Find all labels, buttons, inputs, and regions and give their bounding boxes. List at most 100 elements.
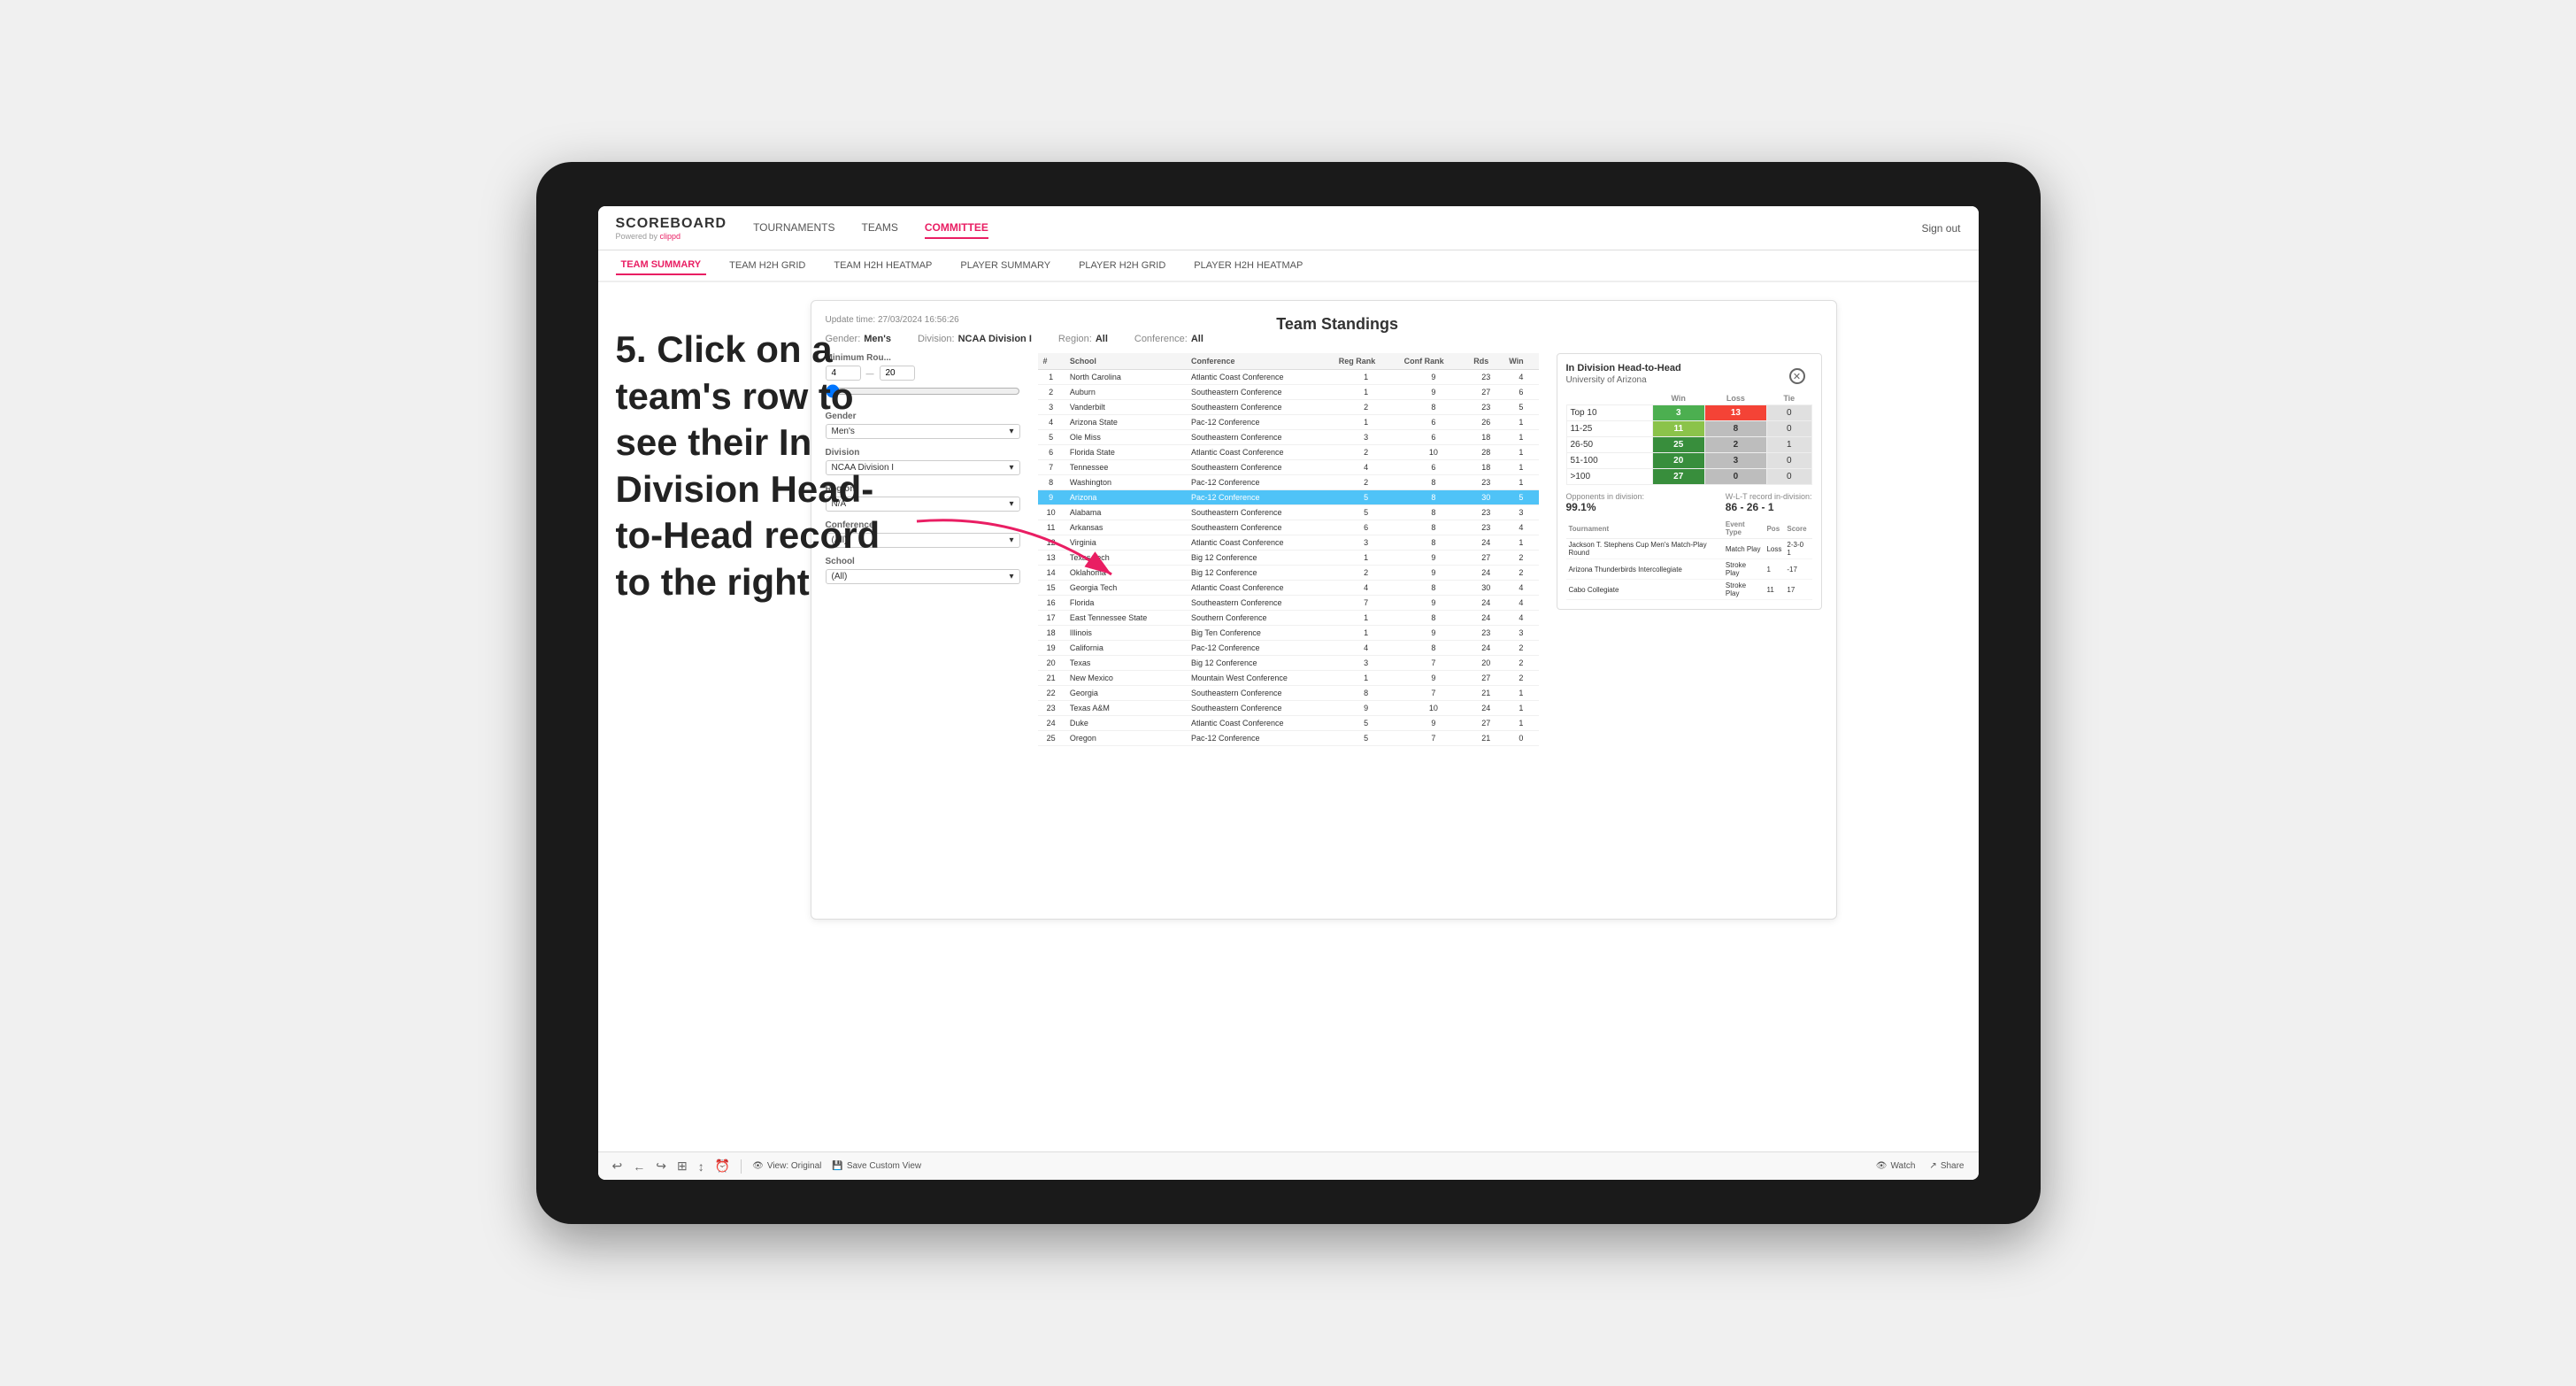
cell-num: 25: [1038, 731, 1065, 746]
grid-icon[interactable]: ⊞: [677, 1159, 688, 1174]
table-row[interactable]: 1 North Carolina Atlantic Coast Conferen…: [1038, 370, 1539, 385]
cell-num: 2: [1038, 385, 1065, 400]
opponents-label: Opponents in division:: [1566, 492, 1645, 501]
table-row[interactable]: 7 Tennessee Southeastern Conference 4 6 …: [1038, 460, 1539, 475]
cell-win: 4: [1503, 520, 1538, 535]
filters-row: Gender: Men's Division: NCAA Division I …: [826, 334, 1822, 344]
cell-win: 2: [1503, 656, 1538, 671]
h2h-tie: 0: [1767, 421, 1811, 437]
h2h-col-tie: Tie: [1767, 392, 1811, 405]
toolbar-divider-1: [741, 1159, 742, 1174]
h2h-win: 20: [1652, 453, 1704, 469]
wlt-label: W-L-T record in-division:: [1726, 492, 1812, 501]
nav-teams[interactable]: TEAMS: [862, 218, 898, 239]
watch-button[interactable]: 👁 Watch: [1876, 1161, 1916, 1171]
tourn-col-pos: Pos: [1764, 519, 1784, 539]
cell-reg-rank: 3: [1334, 535, 1399, 551]
undo-icon[interactable]: ↩: [612, 1159, 623, 1174]
cell-conf-rank: 6: [1399, 430, 1469, 445]
redo-icon[interactable]: ↪: [656, 1159, 666, 1174]
cell-reg-rank: 4: [1334, 641, 1399, 656]
view-icon: 👁: [752, 1161, 764, 1171]
table-row[interactable]: 24 Duke Atlantic Coast Conference 5 9 27…: [1038, 716, 1539, 731]
tablet-screen: SCOREBOARD Powered by clippd TOURNAMENTS…: [598, 206, 1979, 1180]
cell-conf-rank: 8: [1399, 520, 1469, 535]
division-label: Division:: [918, 334, 955, 344]
h2h-row: >100 27 0 0: [1566, 469, 1811, 485]
expand-icon[interactable]: ↕: [698, 1159, 704, 1174]
tourn-pos: 1: [1764, 559, 1784, 580]
table-row[interactable]: 19 California Pac-12 Conference 4 8 24 2: [1038, 641, 1539, 656]
subnav-team-h2h-heatmap[interactable]: TEAM H2H HEATMAP: [828, 257, 937, 274]
subnav-team-summary[interactable]: TEAM SUMMARY: [616, 256, 707, 275]
h2h-close-button[interactable]: ✕: [1789, 368, 1805, 384]
update-time-label: Update time: 27/03/2024 16:56:26: [826, 315, 959, 325]
cell-conference: Atlantic Coast Conference: [1186, 445, 1334, 460]
table-row[interactable]: 8 Washington Pac-12 Conference 2 8 23 1: [1038, 475, 1539, 490]
view-original-button[interactable]: 👁 View: Original: [752, 1161, 821, 1171]
table-row[interactable]: 6 Florida State Atlantic Coast Conferenc…: [1038, 445, 1539, 460]
table-row[interactable]: 4 Arizona State Pac-12 Conference 1 6 26…: [1038, 415, 1539, 430]
table-row[interactable]: 20 Texas Big 12 Conference 3 7 20 2: [1038, 656, 1539, 671]
cell-school: Florida State: [1065, 445, 1186, 460]
cell-school: Arizona: [1065, 490, 1186, 505]
arrow-pointer: [899, 504, 1147, 610]
table-row[interactable]: 21 New Mexico Mountain West Conference 1…: [1038, 671, 1539, 686]
cell-school: Texas A&M: [1065, 701, 1186, 716]
table-row[interactable]: 2 Auburn Southeastern Conference 1 9 27 …: [1038, 385, 1539, 400]
cell-win: 3: [1503, 505, 1538, 520]
cell-win: 2: [1503, 671, 1538, 686]
table-row[interactable]: 23 Texas A&M Southeastern Conference 9 1…: [1038, 701, 1539, 716]
cell-reg-rank: 2: [1334, 566, 1399, 581]
cell-conference: Pac-12 Conference: [1186, 475, 1334, 490]
table-row[interactable]: 9 Arizona Pac-12 Conference 5 8 30 5: [1038, 490, 1539, 505]
cell-win: 1: [1503, 415, 1538, 430]
cell-win: 4: [1503, 596, 1538, 611]
cell-conference: Mountain West Conference: [1186, 671, 1334, 686]
cell-num: 17: [1038, 611, 1065, 626]
cell-win: 2: [1503, 641, 1538, 656]
cell-reg-rank: 2: [1334, 400, 1399, 415]
cell-num: 6: [1038, 445, 1065, 460]
bottom-toolbar: ↩ ← ↪ ⊞ ↕ ⏰ 👁 View: Original 💾 Save Cust…: [598, 1151, 1979, 1180]
table-row[interactable]: 5 Ole Miss Southeastern Conference 3 6 1…: [1038, 430, 1539, 445]
nav-committee[interactable]: COMMITTEE: [925, 218, 988, 239]
subnav-player-h2h-grid[interactable]: PLAYER H2H GRID: [1073, 257, 1171, 274]
table-row[interactable]: 18 Illinois Big Ten Conference 1 9 23 3: [1038, 626, 1539, 641]
cell-num: 24: [1038, 716, 1065, 731]
cell-conf-rank: 8: [1399, 581, 1469, 596]
table-row[interactable]: 22 Georgia Southeastern Conference 8 7 2…: [1038, 686, 1539, 701]
cell-conference: Southeastern Conference: [1186, 430, 1334, 445]
table-row[interactable]: 17 East Tennessee State Southern Confere…: [1038, 611, 1539, 626]
subnav-player-h2h-heatmap[interactable]: PLAYER H2H HEATMAP: [1188, 257, 1308, 274]
cell-win: 6: [1503, 385, 1538, 400]
cell-rds: 24: [1468, 641, 1503, 656]
cell-school: North Carolina: [1065, 370, 1186, 385]
clock-icon[interactable]: ⏰: [715, 1159, 730, 1174]
share-button[interactable]: ↗ Share: [1929, 1161, 1964, 1171]
h2h-row: 26-50 25 2 1: [1566, 437, 1811, 453]
subnav-player-summary[interactable]: PLAYER SUMMARY: [955, 257, 1056, 274]
cell-conf-rank: 6: [1399, 415, 1469, 430]
nav-tournaments[interactable]: TOURNAMENTS: [753, 218, 834, 239]
table-row[interactable]: 25 Oregon Pac-12 Conference 5 7 21 0: [1038, 731, 1539, 746]
cell-reg-rank: 3: [1334, 430, 1399, 445]
cell-conference: Atlantic Coast Conference: [1186, 716, 1334, 731]
tournament-table: Tournament Event Type Pos Score Jackson …: [1566, 519, 1812, 600]
cell-rds: 30: [1468, 581, 1503, 596]
back-icon[interactable]: ←: [633, 1159, 645, 1174]
cell-reg-rank: 1: [1334, 385, 1399, 400]
cell-reg-rank: 1: [1334, 415, 1399, 430]
save-custom-button[interactable]: 💾 Save Custom View: [832, 1161, 921, 1171]
tourn-score: 17: [1784, 580, 1811, 600]
h2h-loss: 3: [1704, 453, 1766, 469]
cell-conference: Southeastern Conference: [1186, 520, 1334, 535]
table-row[interactable]: 3 Vanderbilt Southeastern Conference 2 8…: [1038, 400, 1539, 415]
sign-out-button[interactable]: Sign out: [1921, 222, 1960, 235]
h2h-stats: Opponents in division: 99.1% W-L-T recor…: [1566, 492, 1812, 513]
cell-rds: 27: [1468, 716, 1503, 731]
cell-reg-rank: 6: [1334, 520, 1399, 535]
save-icon: 💾: [832, 1161, 842, 1171]
subnav-team-h2h-grid[interactable]: TEAM H2H GRID: [724, 257, 811, 274]
cell-reg-rank: 5: [1334, 490, 1399, 505]
